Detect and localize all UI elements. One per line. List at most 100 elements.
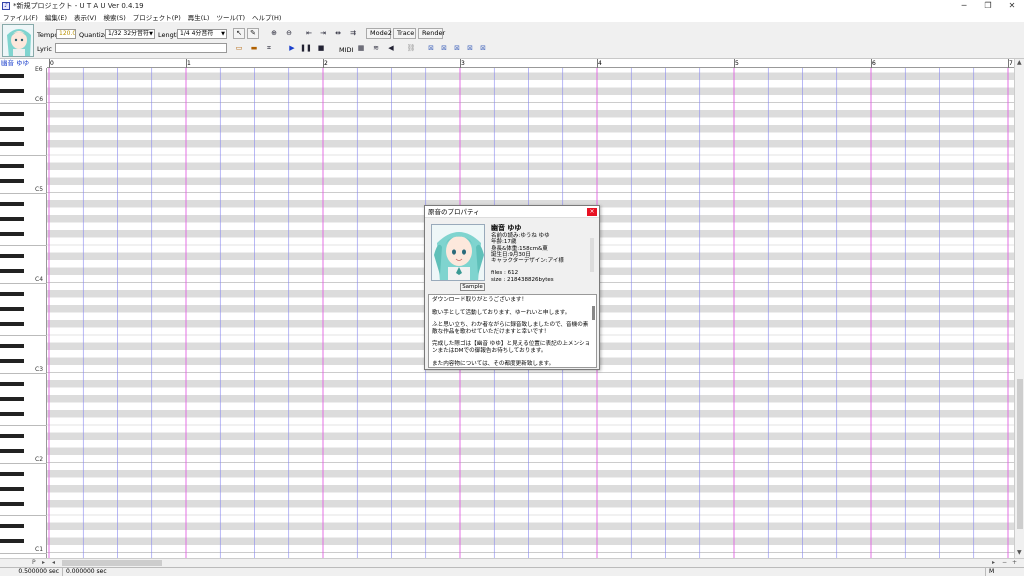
env-tool-4-icon[interactable]: ⊠ [464, 43, 476, 53]
measure-ruler[interactable]: 0 1 2 3 4 5 6 7 [47, 59, 1014, 68]
readme-scroll-thumb[interactable] [592, 306, 595, 320]
readme-textbox[interactable]: ダウンロード取りがとうございます！ 歌い手として活動しております、ゆーれいと申し… [428, 294, 597, 368]
black-key[interactable] [0, 449, 24, 453]
black-key[interactable] [0, 359, 24, 363]
sample-button[interactable]: Sample [460, 283, 485, 291]
black-key[interactable] [0, 434, 24, 438]
play-icon[interactable]: ▶ [286, 43, 298, 53]
black-key-row[interactable] [47, 140, 1014, 148]
quantize-select[interactable]: 1/32 32分音符 [105, 29, 155, 39]
black-key-row[interactable] [47, 470, 1014, 478]
menu-help[interactable]: ヘルプ(H) [252, 12, 281, 22]
black-key-row[interactable] [47, 410, 1014, 418]
wave-icon[interactable]: ≋ [370, 43, 382, 53]
scroll-down-icon[interactable]: ▼ [1017, 549, 1022, 557]
black-key-row[interactable] [47, 522, 1014, 531]
black-key[interactable] [0, 111, 24, 116]
black-key[interactable] [0, 164, 24, 168]
close-button[interactable]: ✕ [1000, 0, 1024, 12]
tempo-input[interactable]: 120.0 [56, 29, 76, 39]
black-key[interactable] [0, 381, 24, 386]
vertical-scroll-thumb[interactable] [1017, 379, 1023, 529]
render-button[interactable]: Render [418, 28, 445, 39]
black-key-row[interactable] [47, 500, 1014, 508]
black-key[interactable] [0, 501, 24, 506]
env-tool-2-icon[interactable]: ⊠ [438, 43, 450, 53]
black-key-row[interactable] [47, 125, 1014, 133]
dialog-close-icon[interactable]: × [587, 208, 597, 216]
singer-avatar[interactable] [2, 24, 34, 57]
menu-view[interactable]: 表示(V) [74, 12, 97, 22]
zoom-out-icon[interactable]: ⊖ [283, 28, 295, 38]
black-key-row[interactable] [47, 485, 1014, 493]
black-key[interactable] [0, 344, 24, 348]
zoom-minus-icon[interactable]: − [1002, 559, 1007, 567]
scroll-right-icon[interactable]: ▸ [992, 559, 995, 567]
vertical-scrollbar[interactable]: ▲ ▼ [1014, 59, 1024, 558]
speaker-icon[interactable]: ◀ [385, 43, 397, 53]
scroll-left-icon[interactable]: ◂ [52, 559, 55, 567]
black-key[interactable] [0, 396, 24, 401]
lyric-input[interactable] [55, 43, 227, 53]
black-key-row[interactable] [47, 177, 1014, 186]
trace-button[interactable]: Trace [393, 28, 416, 39]
piano-keyboard[interactable]: E6 C6 C5 C4 C3 C2 C1 [0, 66, 47, 558]
horizontal-scroll-thumb[interactable] [62, 560, 162, 566]
black-key[interactable] [0, 126, 24, 131]
menu-project[interactable]: プロジェクト(P) [133, 12, 181, 22]
stop-icon[interactable]: ■ [315, 43, 327, 53]
black-key[interactable] [0, 231, 24, 236]
menu-tools[interactable]: ツール(T) [216, 12, 245, 22]
black-key-row[interactable] [47, 537, 1014, 546]
black-key[interactable] [0, 471, 24, 476]
black-key[interactable] [0, 179, 24, 183]
shrink-icon[interactable]: ⇹ [332, 28, 344, 38]
move-to-start-icon[interactable]: ⇤ [303, 28, 315, 38]
menu-edit[interactable]: 編集(E) [45, 12, 67, 22]
zoom-in-icon[interactable]: ⊕ [268, 28, 280, 38]
maximize-button[interactable]: ❐ [976, 0, 1000, 12]
black-key[interactable] [0, 254, 24, 258]
insert-icon[interactable]: ⌗ [263, 43, 275, 53]
black-key[interactable] [0, 216, 24, 221]
minimize-button[interactable]: ─ [952, 0, 976, 12]
menu-playback[interactable]: 再生(L) [188, 12, 210, 22]
menu-search[interactable]: 検索(S) [104, 12, 126, 22]
midi-label[interactable]: MIDI [339, 46, 353, 54]
save-track-icon[interactable]: ▬ [248, 43, 260, 53]
scroll-up-icon[interactable]: ▲ [1017, 59, 1022, 67]
black-key[interactable] [0, 291, 24, 296]
open-track-icon[interactable]: ▭ [233, 43, 245, 53]
env-tool-5-icon[interactable]: ⊠ [477, 43, 489, 53]
black-key[interactable] [0, 141, 24, 146]
env-tool-1-icon[interactable]: ⊠ [425, 43, 437, 53]
pointer-tool-icon[interactable]: ↖ [233, 28, 245, 39]
zoom-plus-icon[interactable]: + [1012, 559, 1017, 567]
black-key[interactable] [0, 74, 24, 78]
black-key[interactable] [0, 411, 24, 416]
black-key[interactable] [0, 321, 24, 326]
black-key[interactable] [0, 539, 24, 543]
hscroll-left-icon[interactable]: ▸ [42, 559, 45, 567]
black-key-row[interactable] [47, 110, 1014, 118]
black-key[interactable] [0, 89, 24, 93]
black-key[interactable] [0, 524, 24, 528]
pause-icon[interactable]: ❚❚ [300, 43, 312, 53]
black-key[interactable] [0, 201, 24, 206]
link-icon[interactable]: ⛓ [405, 43, 417, 53]
length-select[interactable]: 1/4 4分音符 [177, 29, 227, 39]
black-key[interactable] [0, 306, 24, 311]
info-scrollbar[interactable] [590, 238, 594, 272]
pencil-tool-icon[interactable]: ✎ [247, 28, 259, 39]
horizontal-scrollbar[interactable]: P ▸ ◂ ▸ − + [0, 558, 1024, 567]
black-key[interactable] [0, 486, 24, 491]
env-tool-3-icon[interactable]: ⊠ [451, 43, 463, 53]
menu-file[interactable]: ファイル(F) [3, 12, 38, 22]
black-key-row[interactable] [47, 72, 1014, 81]
black-key-row[interactable] [47, 87, 1014, 96]
grid-icon[interactable]: ▦ [355, 43, 367, 53]
expand-icon[interactable]: ⇉ [347, 28, 359, 38]
black-key-row[interactable] [47, 162, 1014, 171]
black-key-row[interactable] [47, 432, 1014, 441]
mode2-button[interactable]: Mode2 [366, 28, 392, 39]
